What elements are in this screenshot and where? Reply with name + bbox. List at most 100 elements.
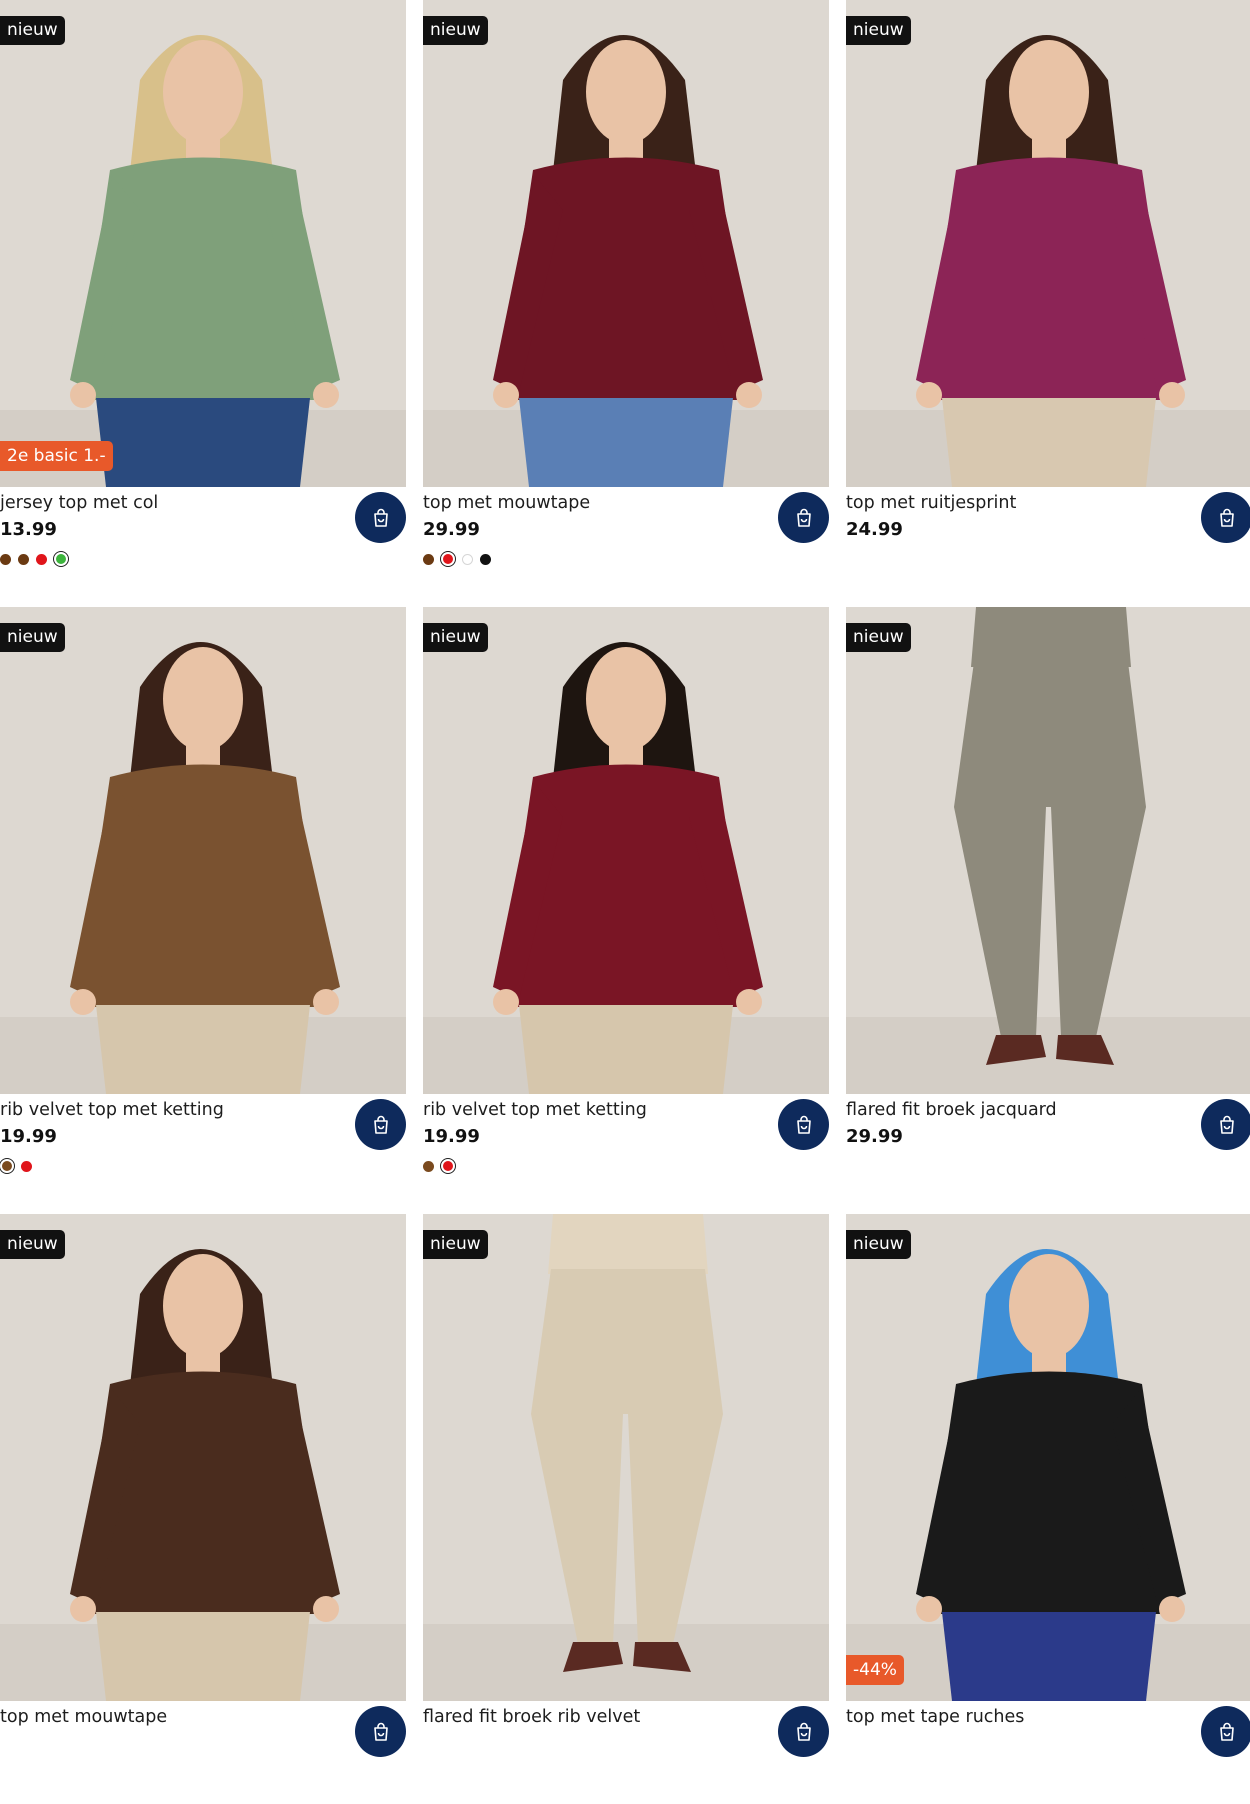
model-upper-garment (548, 1214, 708, 1274)
model-bottoms (519, 1005, 733, 1094)
product-photo-illustration (423, 0, 829, 487)
model-face (163, 647, 243, 751)
shopping-bag-icon (371, 1115, 391, 1135)
color-swatch[interactable] (36, 553, 47, 565)
product-image[interactable]: nieuw (423, 1214, 829, 1701)
add-to-cart-button[interactable] (778, 492, 829, 543)
product-image[interactable]: nieuw (423, 0, 829, 487)
photo-floor (846, 1017, 1250, 1094)
product-image[interactable]: nieuw (846, 0, 1250, 487)
product-image[interactable]: nieuw (0, 607, 406, 1094)
model-left-hand (70, 1596, 96, 1622)
color-swatch[interactable] (0, 553, 11, 565)
product-image[interactable]: nieuw 2e basic 1.- (0, 0, 406, 487)
product-image[interactable]: nieuw -44% (846, 1214, 1250, 1701)
model-face (1009, 40, 1089, 144)
model-face (586, 40, 666, 144)
color-swatch[interactable] (18, 553, 29, 565)
add-to-cart-button[interactable] (778, 1706, 829, 1757)
model-right-hand (736, 382, 762, 408)
add-to-cart-button[interactable] (355, 1706, 406, 1757)
product-name[interactable]: rib velvet top met ketting (423, 1098, 647, 1122)
shopping-bag-icon (1217, 1722, 1237, 1742)
model-left-hand (916, 1596, 942, 1622)
product-image[interactable]: nieuw (0, 1214, 406, 1701)
product-photo-illustration (846, 1214, 1250, 1701)
add-to-cart-button[interactable] (1201, 1706, 1250, 1757)
product-image[interactable]: nieuw (846, 607, 1250, 1094)
model-left-hand (916, 382, 942, 408)
product-name[interactable]: top met tape ruches (846, 1705, 1024, 1729)
add-to-cart-button[interactable] (355, 492, 406, 543)
color-swatch[interactable] (0, 1159, 14, 1173)
product-card[interactable]: nieuw rib velvet top met ketting 19.99 (423, 607, 829, 1197)
color-swatch[interactable] (54, 552, 68, 566)
model-left-hand (493, 382, 519, 408)
product-card[interactable]: nieuw top met ruitjesprint 24.99 (846, 0, 1250, 590)
color-swatches (423, 552, 491, 566)
model-right-hand (1159, 1596, 1185, 1622)
product-name[interactable]: flared fit broek rib velvet (423, 1705, 640, 1729)
new-badge: nieuw (846, 623, 911, 652)
model-right-hand (736, 989, 762, 1015)
product-card[interactable]: nieuw flared fit broek jacquard 29.99 (846, 607, 1250, 1197)
shopping-bag-icon (371, 508, 391, 528)
product-card[interactable]: nieuw top met mouwtape (0, 1214, 406, 1804)
product-name[interactable]: flared fit broek jacquard (846, 1098, 1057, 1122)
model-right-hand (1159, 382, 1185, 408)
color-swatch[interactable] (462, 553, 473, 565)
color-swatch[interactable] (21, 1160, 32, 1172)
product-card[interactable]: nieuw flared fit broek rib velvet (423, 1214, 829, 1804)
product-card[interactable]: nieuw -44% top met tape ruches (846, 1214, 1250, 1804)
color-swatches (0, 552, 68, 566)
model-right-hand (313, 382, 339, 408)
color-swatches (423, 1159, 455, 1173)
product-card[interactable]: nieuw top met mouwtape 29.99 (423, 0, 829, 590)
promo-badge: 2e basic 1.- (0, 441, 113, 471)
shopping-bag-icon (794, 1115, 814, 1135)
product-name[interactable]: rib velvet top met ketting (0, 1098, 224, 1122)
shopping-bag-icon (1217, 508, 1237, 528)
add-to-cart-button[interactable] (1201, 492, 1250, 543)
product-photo-illustration (846, 607, 1250, 1094)
product-name[interactable]: top met mouwtape (0, 1705, 167, 1729)
new-badge: nieuw (423, 623, 488, 652)
shopping-bag-icon (794, 508, 814, 528)
new-badge: nieuw (423, 16, 488, 45)
add-to-cart-button[interactable] (778, 1099, 829, 1150)
product-name[interactable]: jersey top met col (0, 491, 158, 515)
model-face (163, 1254, 243, 1358)
model-right-hand (313, 989, 339, 1015)
product-image[interactable]: nieuw (423, 607, 829, 1094)
shopping-bag-icon (1217, 1115, 1237, 1135)
model-face (1009, 1254, 1089, 1358)
shopping-bag-icon (794, 1722, 814, 1742)
product-price: 19.99 (423, 1126, 480, 1147)
product-card[interactable]: nieuw 2e basic 1.- jersey top met col 13.99 (0, 0, 406, 590)
add-to-cart-button[interactable] (1201, 1099, 1250, 1150)
shopping-bag-icon (371, 1722, 391, 1742)
model-left-hand (70, 989, 96, 1015)
add-to-cart-button[interactable] (355, 1099, 406, 1150)
color-swatch[interactable] (441, 1159, 455, 1173)
product-price: 24.99 (846, 519, 903, 540)
model-bottoms (942, 1612, 1156, 1701)
color-swatch[interactable] (423, 1160, 434, 1172)
model-left-hand (70, 382, 96, 408)
color-swatch[interactable] (441, 552, 455, 566)
model-right-hand (313, 1596, 339, 1622)
product-name[interactable]: top met ruitjesprint (846, 491, 1016, 515)
model-bottoms (942, 398, 1156, 487)
photo-floor (423, 1624, 829, 1701)
product-card[interactable]: nieuw rib velvet top met ketting 19.99 (0, 607, 406, 1197)
model-bottoms (96, 398, 310, 487)
model-face (586, 647, 666, 751)
model-bottoms (519, 398, 733, 487)
new-badge: nieuw (846, 16, 911, 45)
color-swatch[interactable] (480, 553, 491, 565)
model-left-hand (493, 989, 519, 1015)
color-swatch[interactable] (423, 553, 434, 565)
model-bottoms (96, 1005, 310, 1094)
product-name[interactable]: top met mouwtape (423, 491, 590, 515)
new-badge: nieuw (0, 1230, 65, 1259)
